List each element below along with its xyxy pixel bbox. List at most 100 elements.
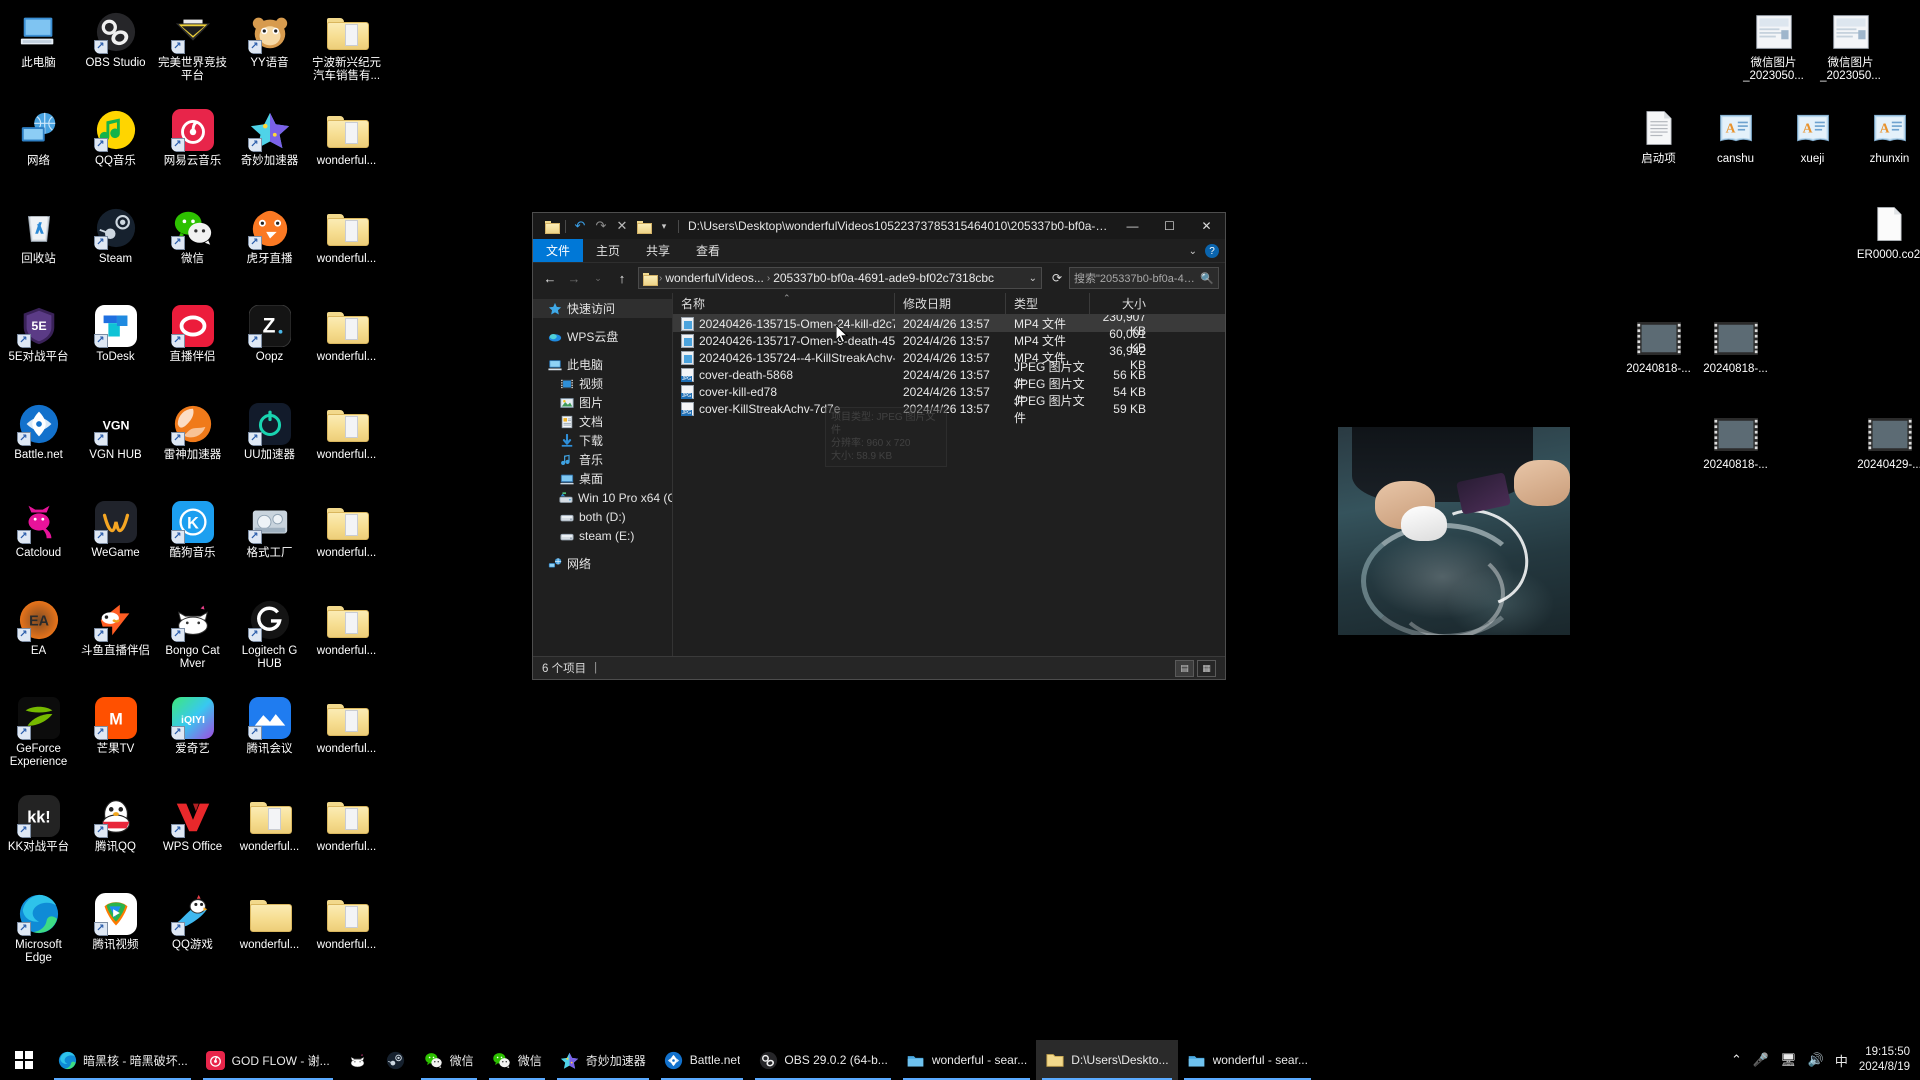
search-input[interactable]: 搜索"205337b0-bf0a-4691-... 🔍	[1069, 267, 1219, 289]
desktop-icon[interactable]: Acanshu	[1697, 100, 1774, 198]
taskbar-item[interactable]: wonderful - sear...	[1178, 1040, 1317, 1080]
show-hidden-icons-chevron-icon[interactable]: ⌃	[1731, 1052, 1742, 1068]
table-row[interactable]: cover-death-58682024/4/26 13:57JPEG 图片文件…	[673, 360, 1225, 391]
taskbar-item[interactable]: Battle.net	[655, 1040, 750, 1080]
close-button[interactable]: ✕	[1188, 213, 1225, 239]
nav-item-7[interactable]: 音乐	[533, 450, 672, 469]
desktop-icon[interactable]: 斗鱼直播伴侣	[77, 592, 154, 690]
nav-item-12[interactable]: 网络	[533, 554, 672, 573]
breadcrumb-dropdown-icon[interactable]: ⌄	[1029, 273, 1037, 284]
breadcrumb-item-0[interactable]: wonderfulVideos...	[665, 271, 764, 285]
desktop-icon[interactable]: 5E 5E对战平台	[0, 298, 77, 396]
taskbar-items[interactable]: 暗黑核 - 暗黑破坏... GOD FLOW - 谢... 微信 微信 奇妙加速器 Bat…	[48, 1040, 1317, 1080]
redo-icon[interactable]: ↷	[591, 216, 611, 236]
desktop-icon[interactable]: wonderful...	[308, 298, 385, 396]
ribbon-tab-bar[interactable]: 文件 主页 共享 查看 ⌄ ?	[533, 239, 1225, 263]
desktop-icon[interactable]: 雷神加速器	[154, 396, 231, 494]
desktop-icon[interactable]: kk! KK对战平台	[0, 788, 77, 886]
tab-share[interactable]: 共享	[633, 239, 683, 262]
desktop-icon[interactable]: Bongo Cat Mver	[154, 592, 231, 690]
nav-item-11[interactable]: steam (E:)	[533, 526, 672, 545]
desktop-icon[interactable]: 奇妙加速器	[231, 102, 308, 200]
minimize-button[interactable]: —	[1114, 213, 1151, 239]
desktop-icon[interactable]: wonderful...	[308, 396, 385, 494]
desktop-icon[interactable]: UU加速器	[231, 396, 308, 494]
refresh-button[interactable]: ⟳	[1047, 267, 1067, 289]
new-folder-icon[interactable]	[633, 216, 653, 236]
large-icons-view-button[interactable]: ▦	[1197, 659, 1216, 677]
file-name-cell[interactable]: cover-kill-ed78	[673, 384, 895, 399]
microphone-icon[interactable]: 🎤	[1753, 1052, 1769, 1068]
desktop-icon[interactable]: Logitech G HUB	[231, 592, 308, 690]
desktop-icon[interactable]: wonderful...	[308, 592, 385, 690]
ribbon-right-controls[interactable]: ⌄ ?	[1189, 239, 1219, 263]
desktop-icon[interactable]: QQ音乐	[77, 102, 154, 200]
delete-icon[interactable]: ✕	[612, 216, 632, 236]
taskbar-item[interactable]: GOD FLOW - 谢...	[197, 1040, 339, 1080]
nav-item-0[interactable]: 快速访问	[533, 299, 672, 318]
desktop-icon[interactable]: Azhunxin	[1851, 100, 1920, 198]
file-explorer-window[interactable]: ↶ ↷ ✕ ▾ D:\Users\Desktop\wonderfulVideos…	[532, 212, 1226, 680]
desktop-icon[interactable]: wonderful...	[308, 200, 385, 298]
desktop-icon[interactable]: 虎牙直播	[231, 200, 308, 298]
desktop-icon[interactable]: 20240818-...	[1697, 406, 1774, 502]
address-bar[interactable]: ← → ⌄ ↑ › wonderfulVideos... › 205337b0-…	[533, 263, 1225, 293]
desktop-icon[interactable]: wonderful...	[308, 494, 385, 592]
tab-view[interactable]: 查看	[683, 239, 733, 262]
taskbar-item[interactable]: D:\Users\Deskto...	[1036, 1040, 1178, 1080]
nav-item-10[interactable]: both (D:)	[533, 507, 672, 526]
help-icon[interactable]: ?	[1205, 244, 1219, 258]
desktop-icon[interactable]: 网易云音乐	[154, 102, 231, 200]
desktop-icon[interactable]: wonderful...	[231, 788, 308, 886]
search-icon[interactable]: 🔍	[1200, 272, 1214, 285]
desktop-icon[interactable]: wonderful...	[308, 788, 385, 886]
nav-item-4[interactable]: 图片	[533, 393, 672, 412]
expand-ribbon-chevron-icon[interactable]: ⌄	[1189, 246, 1197, 257]
taskbar-item[interactable]: 微信	[415, 1040, 483, 1080]
desktop-icon[interactable]: ER0000.co2	[1850, 196, 1920, 294]
details-view-button[interactable]: ▤	[1175, 659, 1194, 677]
taskbar-item[interactable]: wonderful - sear...	[897, 1040, 1036, 1080]
clock[interactable]: 19:15:50 2024/8/19	[1859, 1045, 1910, 1075]
taskbar-item[interactable]	[377, 1040, 415, 1080]
desktop-icon[interactable]: EA EA	[0, 592, 77, 690]
table-row[interactable]: cover-kill-ed782024/4/26 13:57JPEG 图片文件5…	[673, 377, 1225, 408]
desktop[interactable]: 此电脑 OBS Studio 完美世界竞技平台 YY语音 宁波新兴纪元汽车销售有... 网…	[0, 0, 1920, 1080]
breadcrumb[interactable]: › wonderfulVideos... › 205337b0-bf0a-469…	[638, 267, 1042, 289]
desktop-icon[interactable]: YY语音	[231, 4, 308, 102]
file-name-cell[interactable]: 20240426-135717-Omen-9-death-45ff	[673, 333, 895, 348]
desktop-icon[interactable]: VGN VGN HUB	[77, 396, 154, 494]
taskbar[interactable]: 暗黑核 - 暗黑破坏... GOD FLOW - 谢... 微信 微信 奇妙加速器 Bat…	[0, 1040, 1920, 1080]
properties-icon[interactable]	[541, 216, 561, 236]
column-header-size[interactable]: 大小	[1090, 293, 1154, 315]
nav-item-2[interactable]: 此电脑	[533, 355, 672, 374]
nav-item-3[interactable]: 视频	[533, 374, 672, 393]
volume-icon[interactable]: 🔊	[1808, 1052, 1824, 1068]
desktop-icon[interactable]: Axueji	[1774, 100, 1851, 198]
explorer-title-bar[interactable]: ↶ ↷ ✕ ▾ D:\Users\Desktop\wonderfulVideos…	[533, 213, 1225, 239]
taskbar-item[interactable]: OBS 29.0.2 (64-b...	[749, 1040, 896, 1080]
desktop-icon[interactable]: 20240818-...	[1697, 310, 1774, 406]
file-list-pane[interactable]: 名称 修改日期 类型 大小 ⌃ 20240426-135715-Omen-24-…	[673, 292, 1225, 656]
desktop-icon[interactable]: QQ游戏	[154, 886, 231, 984]
back-button[interactable]: ←	[539, 267, 561, 289]
nav-item-9[interactable]: Win 10 Pro x64 (C:)	[533, 488, 672, 507]
view-mode-buttons[interactable]: ▤ ▦	[1175, 659, 1216, 677]
file-rows[interactable]: 20240426-135715-Omen-24-kill-d2c7 2024/4/…	[673, 315, 1225, 656]
desktop-icon[interactable]: ToDesk	[77, 298, 154, 396]
network-icon[interactable]: 🖥	[1780, 1052, 1797, 1068]
forward-button[interactable]: →	[563, 267, 585, 289]
file-name-cell[interactable]: 20240426-135724--4-KillStreakAchv-...	[673, 350, 895, 365]
tab-file[interactable]: 文件	[533, 239, 584, 262]
column-header-type[interactable]: 类型	[1006, 292, 1090, 315]
desktop-icon[interactable]: wonderful...	[231, 886, 308, 984]
desktop-icon[interactable]: 启动项	[1620, 100, 1697, 198]
desktop-icon[interactable]: 腾讯视频	[77, 886, 154, 984]
breadcrumb-separator-0[interactable]: ›	[659, 273, 662, 284]
desktop-icon[interactable]: wonderful...	[308, 690, 385, 788]
desktop-icon[interactable]: Battle.net	[0, 396, 77, 494]
ime-language-icon[interactable]: 中	[1835, 1051, 1848, 1070]
desktop-icon[interactable]: WPS Office	[154, 788, 231, 886]
navigation-pane[interactable]: 快速访问 WPS云盘 此电脑 视频 图片 文档 下载 音乐 桌面 Win 10 Pro x64 (…	[533, 293, 673, 656]
desktop-icon[interactable]: 此电脑	[0, 4, 77, 102]
